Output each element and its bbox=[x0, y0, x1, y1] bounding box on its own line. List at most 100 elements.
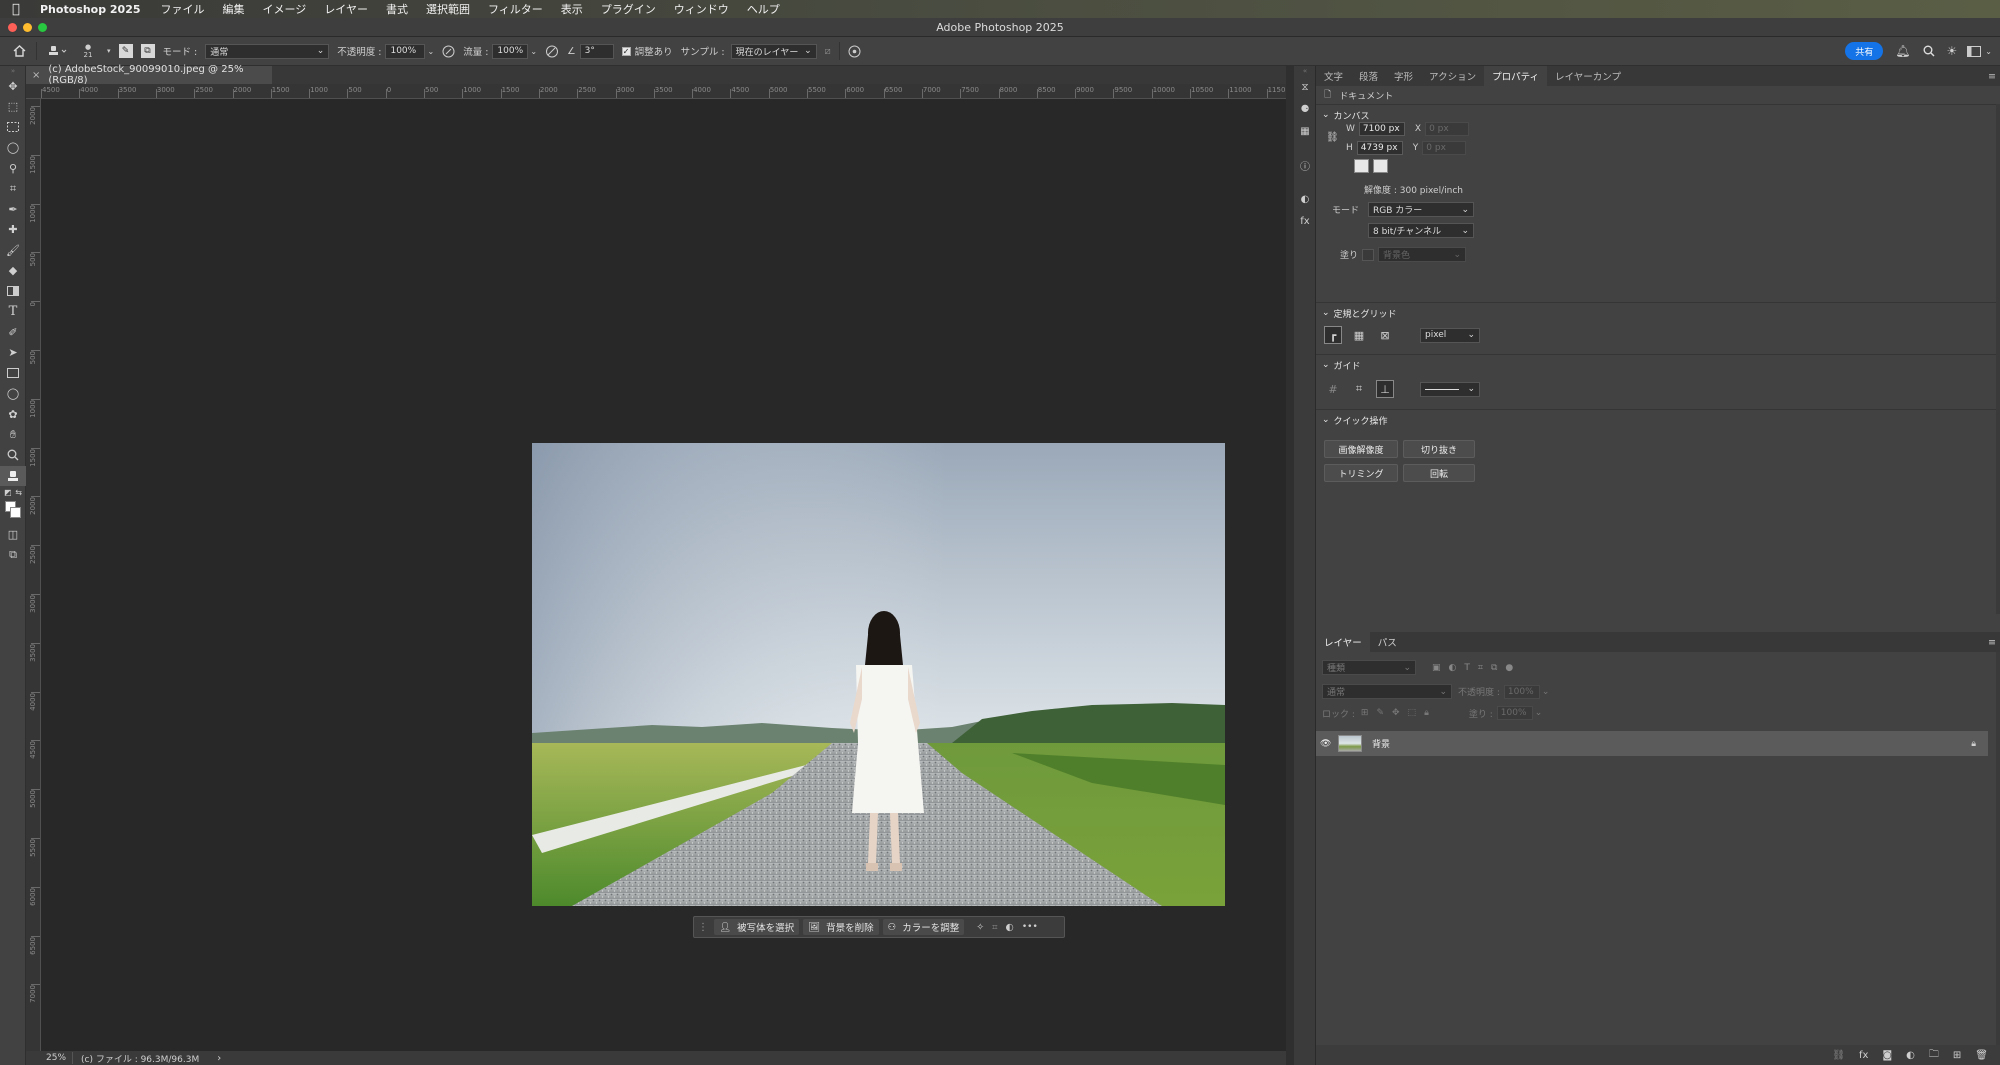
tab-layer-comps[interactable]: レイヤーカンプ bbox=[1547, 66, 1629, 86]
artboard-tool-icon[interactable]: ⬚ bbox=[0, 97, 26, 118]
vertical-ruler[interactable]: 2000 1500 1000 500 0 500 1000 1500 2000 2500 3000 3… bbox=[26, 99, 41, 1051]
bit-depth-select[interactable]: 8 bit/チャンネル ⌄ bbox=[1368, 223, 1474, 238]
clone-stamp-tool-icon[interactable] bbox=[0, 465, 26, 486]
zoom-window-button[interactable] bbox=[38, 23, 47, 32]
close-icon[interactable]: × bbox=[32, 70, 40, 81]
x-field[interactable]: 0 px bbox=[1425, 122, 1470, 136]
tab-character[interactable]: 文字 bbox=[1316, 66, 1351, 86]
color-swatches-icon[interactable] bbox=[0, 498, 26, 524]
pressure-size-icon[interactable] bbox=[848, 45, 861, 58]
landscape-icon[interactable] bbox=[1373, 159, 1388, 173]
pressure-opacity-icon[interactable] bbox=[442, 45, 455, 58]
hand-tool-icon[interactable]: ✋︎ bbox=[0, 425, 26, 446]
guides-header[interactable]: ⌄ ガイド bbox=[1316, 356, 1361, 374]
clone-stamp-preset-icon[interactable] bbox=[45, 44, 69, 58]
eyedropper-tool-icon[interactable]: ✒ bbox=[0, 199, 26, 220]
select-subject-button[interactable]: 👤︎ 被写体を選択 bbox=[714, 919, 800, 935]
new-group-icon[interactable]: 🗀︎ bbox=[1929, 1047, 1939, 1064]
tab-glyphs[interactable]: 字形 bbox=[1386, 66, 1421, 86]
menu-select[interactable]: 選択範囲 bbox=[426, 1, 470, 17]
new-layer-icon[interactable]: ⊞ bbox=[1953, 1050, 1961, 1061]
custom-shape-tool-icon[interactable]: ✿ bbox=[0, 404, 26, 425]
layer-row[interactable]: 👁︎ 背景 🔒︎ bbox=[1316, 731, 1988, 756]
generative-fill-icon[interactable]: ✧ bbox=[976, 922, 984, 933]
ruler-toggle-icon[interactable]: ┏ bbox=[1324, 326, 1342, 344]
blend-mode-select[interactable]: 通常 ⌄ bbox=[1322, 684, 1452, 699]
path-selection-tool-icon[interactable]: ➤ bbox=[0, 343, 26, 364]
trash-icon[interactable]: 🗑︎ bbox=[1975, 1050, 1988, 1061]
styles-icon[interactable]: fx bbox=[1294, 210, 1316, 232]
airbrush-icon[interactable] bbox=[545, 45, 559, 58]
color-mode-select[interactable]: RGB カラー ⌄ bbox=[1368, 202, 1474, 217]
layer-filter-select[interactable]: 種類 ⌄ bbox=[1322, 660, 1416, 675]
new-adjustment-icon[interactable]: ◐ bbox=[1906, 1050, 1915, 1061]
menu-help[interactable]: ヘルプ bbox=[747, 1, 780, 17]
lasso-tool-icon[interactable]: ◯ bbox=[0, 138, 26, 159]
collapse-icon[interactable]: » bbox=[0, 66, 26, 76]
default-colors-icon[interactable]: ◩ ⇆ bbox=[0, 486, 26, 498]
ignore-adjustment-layers-icon[interactable]: ⧄ bbox=[825, 46, 831, 57]
lightbulb-icon[interactable]: ☀ bbox=[1947, 44, 1958, 58]
rotate-button[interactable]: 回転 bbox=[1403, 464, 1475, 482]
menu-edit[interactable]: 編集 bbox=[223, 1, 245, 17]
chevron-down-icon[interactable]: ▾ bbox=[107, 47, 111, 55]
clone-source-icon[interactable]: ⧉ bbox=[140, 44, 155, 58]
chevron-down-icon[interactable]: ⌄ bbox=[530, 47, 537, 56]
menu-view[interactable]: 表示 bbox=[561, 1, 583, 17]
tab-layers[interactable]: レイヤー bbox=[1316, 632, 1370, 652]
add-mask-icon[interactable]: ◙ bbox=[1882, 1050, 1892, 1061]
remove-background-button[interactable]: 🖼︎ 背景を削除 bbox=[803, 919, 879, 935]
filter-smart-object-icon[interactable]: ⧉ bbox=[1491, 663, 1497, 673]
panel-scrollbar[interactable] bbox=[1996, 104, 2000, 614]
brush-size-picker[interactable]: ● 21 bbox=[77, 43, 99, 59]
lock-all-icon[interactable]: 🔒︎ bbox=[1424, 708, 1429, 718]
chevron-down-icon[interactable]: ⌄ bbox=[1542, 687, 1550, 697]
tab-paragraph[interactable]: 段落 bbox=[1351, 66, 1386, 86]
search-icon[interactable] bbox=[1923, 45, 1935, 57]
filter-toggle-icon[interactable]: ● bbox=[1505, 663, 1513, 673]
chevron-right-icon[interactable]: › bbox=[217, 1053, 221, 1064]
adjustment-layer-icon[interactable]: ◐ bbox=[1006, 922, 1014, 933]
pixel-grid-toggle-icon[interactable]: ⊠ bbox=[1376, 326, 1394, 344]
filter-type-icon[interactable]: T bbox=[1464, 663, 1470, 673]
eye-icon[interactable]: 👁︎ bbox=[1320, 739, 1338, 749]
chevron-down-icon[interactable]: ⌄ bbox=[1985, 47, 1992, 56]
tab-actions[interactable]: アクション bbox=[1421, 66, 1484, 86]
menu-window[interactable]: ウィンドウ bbox=[674, 1, 729, 17]
menu-filter[interactable]: フィルター bbox=[488, 1, 543, 17]
panel-menu-icon[interactable]: ≡ bbox=[1988, 637, 1996, 648]
close-window-button[interactable] bbox=[8, 23, 17, 32]
apple-icon[interactable]:  bbox=[12, 2, 26, 17]
menu-file[interactable]: ファイル bbox=[161, 1, 205, 17]
collapse-icon[interactable]: « bbox=[1294, 66, 1316, 76]
lock-transparent-icon[interactable]: ⊞ bbox=[1361, 708, 1369, 718]
pen-tool-icon[interactable]: ✐ bbox=[0, 322, 26, 343]
background-color-swatch[interactable] bbox=[10, 507, 21, 518]
document-photo[interactable] bbox=[532, 443, 1225, 906]
rectangle-tool-icon[interactable] bbox=[0, 363, 26, 384]
quick-actions-header[interactable]: ⌄ クイック操作 bbox=[1316, 411, 1388, 429]
more-options-button[interactable]: ••• bbox=[1022, 922, 1038, 932]
brushes-icon[interactable]: ⚈ bbox=[1294, 98, 1316, 120]
fill-swatch[interactable] bbox=[1362, 248, 1374, 261]
home-icon[interactable] bbox=[10, 45, 28, 57]
sample-select[interactable]: 現在のレイヤー ⌄ bbox=[730, 43, 817, 59]
layers-scrollbar[interactable] bbox=[1996, 652, 2000, 1052]
image-size-button[interactable]: 画像解像度 bbox=[1324, 440, 1398, 458]
workspace-icon[interactable] bbox=[1967, 45, 1982, 57]
layer-opacity-field[interactable]: 100% bbox=[1503, 684, 1540, 699]
angle-field[interactable]: 3° bbox=[579, 43, 614, 59]
height-field[interactable]: 4739 px bbox=[1356, 141, 1403, 155]
canvas-area[interactable]: ⋮ 👤︎ 被写体を選択 🖼︎ 背景を削除 ⚇ カラーを調整 ✧ ⌗ ◐ ••• bbox=[41, 99, 1286, 1051]
chevron-down-icon[interactable]: ⌄ bbox=[1535, 708, 1543, 718]
zoom-level[interactable]: 25% bbox=[26, 1053, 72, 1063]
y-field[interactable]: 0 px bbox=[1422, 141, 1467, 155]
eraser-tool-icon[interactable]: ◆ bbox=[0, 261, 26, 282]
fx-icon[interactable]: fx bbox=[1859, 1050, 1868, 1061]
unit-select[interactable]: pixel ⌄ bbox=[1420, 327, 1480, 343]
gradient-tool-icon[interactable] bbox=[0, 281, 26, 302]
portrait-icon[interactable] bbox=[1354, 159, 1369, 173]
filter-adjustment-icon[interactable]: ◐ bbox=[1449, 663, 1457, 673]
magic-wand-tool-icon[interactable]: ⚲ bbox=[0, 158, 26, 179]
lock-image-icon[interactable]: ✎ bbox=[1376, 708, 1384, 718]
